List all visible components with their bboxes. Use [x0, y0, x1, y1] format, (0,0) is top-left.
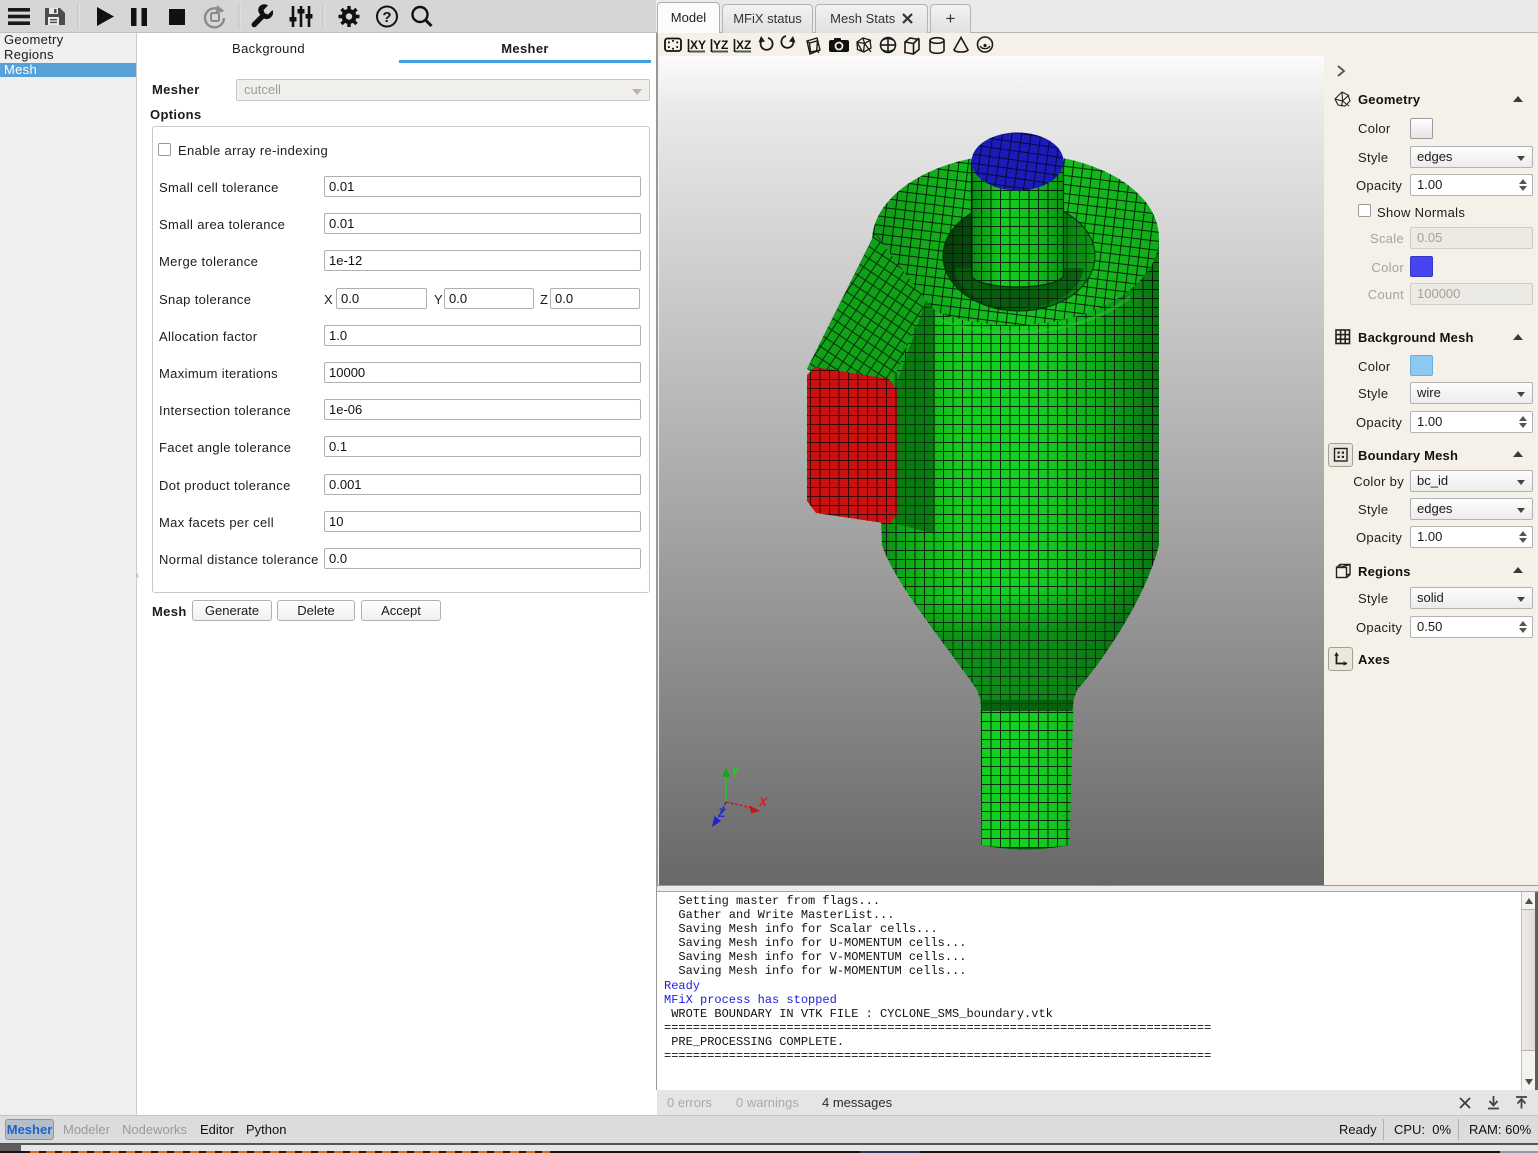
svg-text:YZ: YZ	[713, 38, 728, 52]
svg-text:X: X	[758, 795, 768, 809]
svg-text:Z: Z	[717, 806, 726, 820]
svg-text:?: ?	[382, 9, 391, 26]
svg-text:XY: XY	[690, 38, 706, 52]
svg-text:Y: Y	[731, 764, 740, 778]
svg-text:XZ: XZ	[736, 38, 751, 52]
